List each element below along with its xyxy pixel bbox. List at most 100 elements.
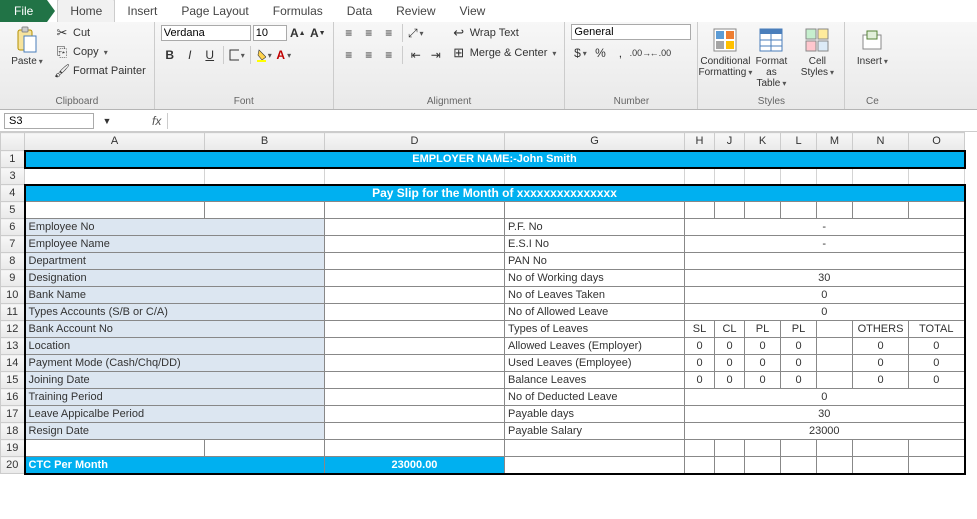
bold-button[interactable]: B xyxy=(161,46,179,64)
label-right-12[interactable]: Types of Leaves xyxy=(505,321,685,338)
cell-D11[interactable] xyxy=(325,304,505,321)
cell-B19[interactable] xyxy=(205,440,325,457)
col-header-L[interactable]: L xyxy=(781,133,817,151)
label-right-17[interactable]: Payable days xyxy=(505,406,685,423)
label-left-10[interactable]: Bank Name xyxy=(25,287,325,304)
row-header-11[interactable]: 11 xyxy=(1,304,25,321)
label-left-8[interactable]: Department xyxy=(25,253,325,270)
cell-styles-button[interactable]: Cell Styles xyxy=(796,24,838,80)
cut-button[interactable]: ✂Cut xyxy=(52,24,148,42)
cell-D6[interactable] xyxy=(325,219,505,236)
cell-N15[interactable]: 0 xyxy=(853,372,909,389)
label-right-8[interactable]: PAN No xyxy=(505,253,685,270)
col-header-O[interactable]: O xyxy=(909,133,965,151)
insert-cells-button[interactable]: Insert xyxy=(851,24,893,69)
cell-J3[interactable] xyxy=(715,168,745,185)
row-header-12[interactable]: 12 xyxy=(1,321,25,338)
col-header-H[interactable]: H xyxy=(685,133,715,151)
cell-K14[interactable]: 0 xyxy=(745,355,781,372)
cell-L3[interactable] xyxy=(781,168,817,185)
col-header-N[interactable]: N xyxy=(853,133,909,151)
row-header-10[interactable]: 10 xyxy=(1,287,25,304)
col-header-B[interactable]: B xyxy=(205,133,325,151)
cell-N3[interactable] xyxy=(853,168,909,185)
cell-H3[interactable] xyxy=(685,168,715,185)
decrease-indent-icon[interactable]: ⇤ xyxy=(407,46,425,64)
percent-format-icon[interactable]: % xyxy=(591,44,609,62)
cell-O20[interactable] xyxy=(909,457,965,474)
align-center-icon[interactable]: ≡ xyxy=(360,46,378,64)
cell-A3[interactable] xyxy=(25,168,205,185)
cell-L20[interactable] xyxy=(781,457,817,474)
cell-B5[interactable] xyxy=(205,202,325,219)
value-right-18[interactable]: 23000 xyxy=(685,423,965,440)
cell-N20[interactable] xyxy=(853,457,909,474)
cell-N19[interactable] xyxy=(853,440,909,457)
cell-G5[interactable] xyxy=(505,202,685,219)
cell-J12[interactable]: CL xyxy=(715,321,745,338)
row-header-17[interactable]: 17 xyxy=(1,406,25,423)
conditional-formatting-button[interactable]: Conditional Formatting xyxy=(704,24,746,80)
cell-D18[interactable] xyxy=(325,423,505,440)
cell-L12[interactable]: PL xyxy=(781,321,817,338)
row-header-7[interactable]: 7 xyxy=(1,236,25,253)
cell-M19[interactable] xyxy=(817,440,853,457)
cell-O12[interactable]: TOTAL xyxy=(909,321,965,338)
cell-J19[interactable] xyxy=(715,440,745,457)
label-left-16[interactable]: Training Period xyxy=(25,389,325,406)
payslip-title-banner[interactable]: Pay Slip for the Month of xxxxxxxxxxxxxx… xyxy=(25,185,965,202)
label-right-7[interactable]: E.S.I No xyxy=(505,236,685,253)
align-middle-icon[interactable]: ≡ xyxy=(360,24,378,42)
cell-A19[interactable] xyxy=(25,440,205,457)
cell-G3[interactable] xyxy=(505,168,685,185)
value-right-10[interactable]: 0 xyxy=(685,287,965,304)
label-right-10[interactable]: No of Leaves Taken xyxy=(505,287,685,304)
ctc-value[interactable]: 23000.00 xyxy=(325,457,505,474)
cell-D13[interactable] xyxy=(325,338,505,355)
cell-L14[interactable]: 0 xyxy=(781,355,817,372)
format-painter-button[interactable]: 🖌Format Painter xyxy=(52,62,148,80)
cell-D9[interactable] xyxy=(325,270,505,287)
cell-L13[interactable]: 0 xyxy=(781,338,817,355)
borders-button[interactable] xyxy=(228,46,246,64)
label-right-11[interactable]: No of Allowed Leave xyxy=(505,304,685,321)
number-format-select[interactable] xyxy=(571,24,691,40)
cell-H14[interactable]: 0 xyxy=(685,355,715,372)
cell-K12[interactable]: PL xyxy=(745,321,781,338)
label-left-13[interactable]: Location xyxy=(25,338,325,355)
align-right-icon[interactable]: ≡ xyxy=(380,46,398,64)
row-header-20[interactable]: 20 xyxy=(1,457,25,474)
italic-button[interactable]: I xyxy=(181,46,199,64)
col-header-J[interactable]: J xyxy=(715,133,745,151)
label-left-7[interactable]: Employee Name xyxy=(25,236,325,253)
formula-input[interactable] xyxy=(167,113,977,129)
cell-O19[interactable] xyxy=(909,440,965,457)
decrease-font-icon[interactable]: A▼ xyxy=(309,24,327,42)
row-header-18[interactable]: 18 xyxy=(1,423,25,440)
value-right-11[interactable]: 0 xyxy=(685,304,965,321)
row-header-19[interactable]: 19 xyxy=(1,440,25,457)
label-left-9[interactable]: Designation xyxy=(25,270,325,287)
cell-J5[interactable] xyxy=(715,202,745,219)
row-header-3[interactable]: 3 xyxy=(1,168,25,185)
tab-insert[interactable]: Insert xyxy=(115,0,169,22)
cell-D17[interactable] xyxy=(325,406,505,423)
cell-M3[interactable] xyxy=(817,168,853,185)
cell-M13[interactable] xyxy=(817,338,853,355)
label-left-12[interactable]: Bank Account No xyxy=(25,321,325,338)
name-box-dropdown-icon[interactable]: ▼ xyxy=(98,112,116,130)
label-right-14[interactable]: Used Leaves (Employee) xyxy=(505,355,685,372)
col-header-A[interactable]: A xyxy=(25,133,205,151)
label-left-14[interactable]: Payment Mode (Cash/Chq/DD) xyxy=(25,355,325,372)
cell-O15[interactable]: 0 xyxy=(909,372,965,389)
increase-font-icon[interactable]: A▲ xyxy=(289,24,307,42)
row-header-1[interactable]: 1 xyxy=(1,151,25,168)
label-right-18[interactable]: Payable Salary xyxy=(505,423,685,440)
orientation-icon[interactable]: ⤢ xyxy=(407,24,425,42)
cell-H12[interactable]: SL xyxy=(685,321,715,338)
row-header-13[interactable]: 13 xyxy=(1,338,25,355)
cell-N14[interactable]: 0 xyxy=(853,355,909,372)
cell-N12[interactable]: OTHERS xyxy=(853,321,909,338)
increase-decimal-icon[interactable]: .00→ xyxy=(631,44,649,62)
tab-data[interactable]: Data xyxy=(335,0,384,22)
